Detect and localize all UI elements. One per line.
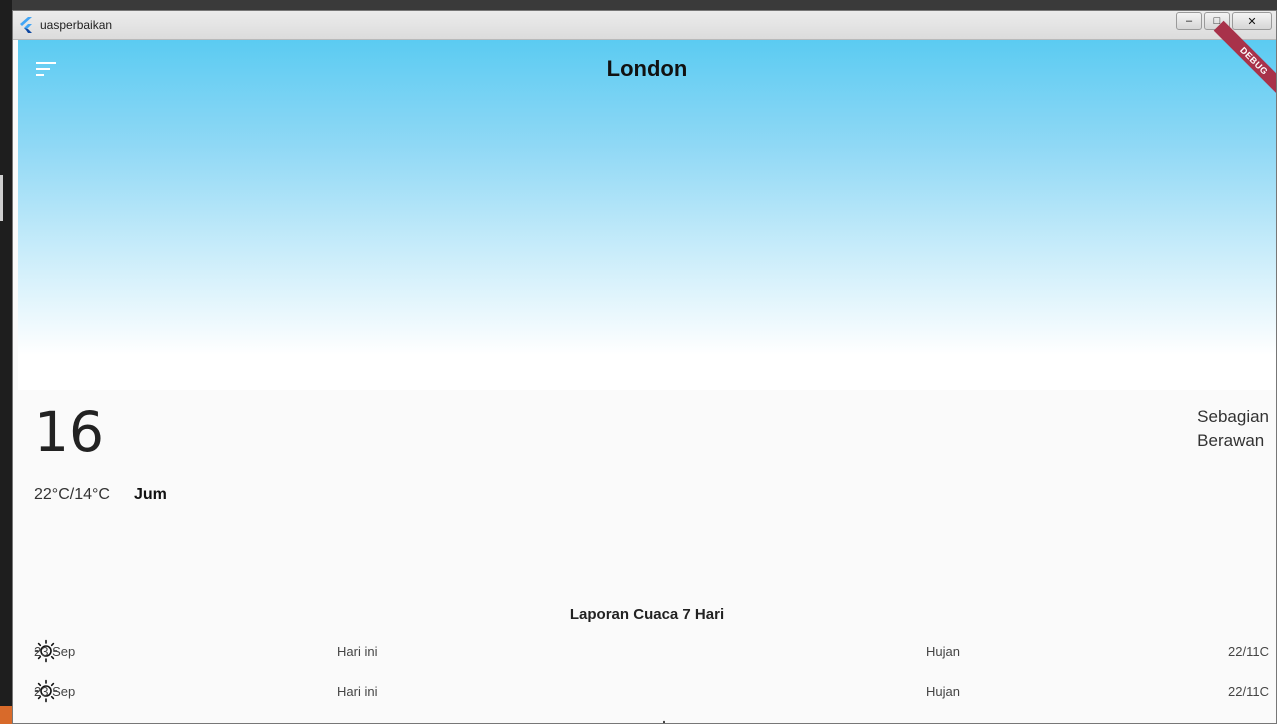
forecast-condition: Hujan	[926, 644, 960, 659]
sun-icon-partial	[663, 720, 665, 723]
flutter-icon	[20, 17, 32, 33]
current-condition: Sebagian Berawan	[1197, 405, 1269, 453]
forecast-condition: Hujan	[926, 684, 960, 699]
current-temperature: 16	[34, 400, 104, 464]
desktop-background: uasperbaikan – □ ✕ London DEBUG 16 Sebag…	[0, 0, 1277, 724]
taskbar-strip	[0, 0, 12, 724]
app-window: uasperbaikan – □ ✕ London DEBUG 16 Sebag…	[12, 10, 1277, 724]
window-titlebar[interactable]: uasperbaikan – □ ✕	[13, 11, 1276, 40]
forecast-row: 23 Sep Hari ini Hujan 22/11C	[34, 679, 1269, 703]
city-title: London	[606, 56, 688, 81]
forecast-row: 23 Sep Hari ini Hujan 22/11C	[34, 639, 1269, 663]
weather-app: London DEBUG 16 Sebagian Berawan 22°C/14…	[18, 20, 1276, 723]
forecast-range: 22/11C	[1228, 684, 1269, 699]
minimize-button[interactable]: –	[1176, 12, 1202, 30]
temperature-range: 22°C/14°C	[34, 486, 110, 503]
forecast-date: 23 Sep	[34, 644, 76, 659]
window-title: uasperbaikan	[40, 18, 113, 32]
close-button[interactable]: ✕	[1232, 12, 1272, 30]
forecast-day-label: Hari ini	[337, 644, 378, 659]
report-title: Laporan Cuaca 7 Hari	[569, 606, 725, 623]
forecast-date: 23 Sep	[34, 684, 76, 699]
condition-line-2: Berawan	[1197, 431, 1265, 450]
forecast-day-label: Hari ini	[337, 684, 378, 699]
forecast-range: 22/11C	[1228, 644, 1269, 659]
taskbar-app-icon[interactable]	[0, 706, 12, 724]
condition-line-1: Sebagian	[1197, 407, 1269, 426]
current-day: Jum	[134, 486, 167, 503]
taskbar-indicator	[0, 175, 3, 221]
sky-header: London	[18, 40, 1276, 390]
